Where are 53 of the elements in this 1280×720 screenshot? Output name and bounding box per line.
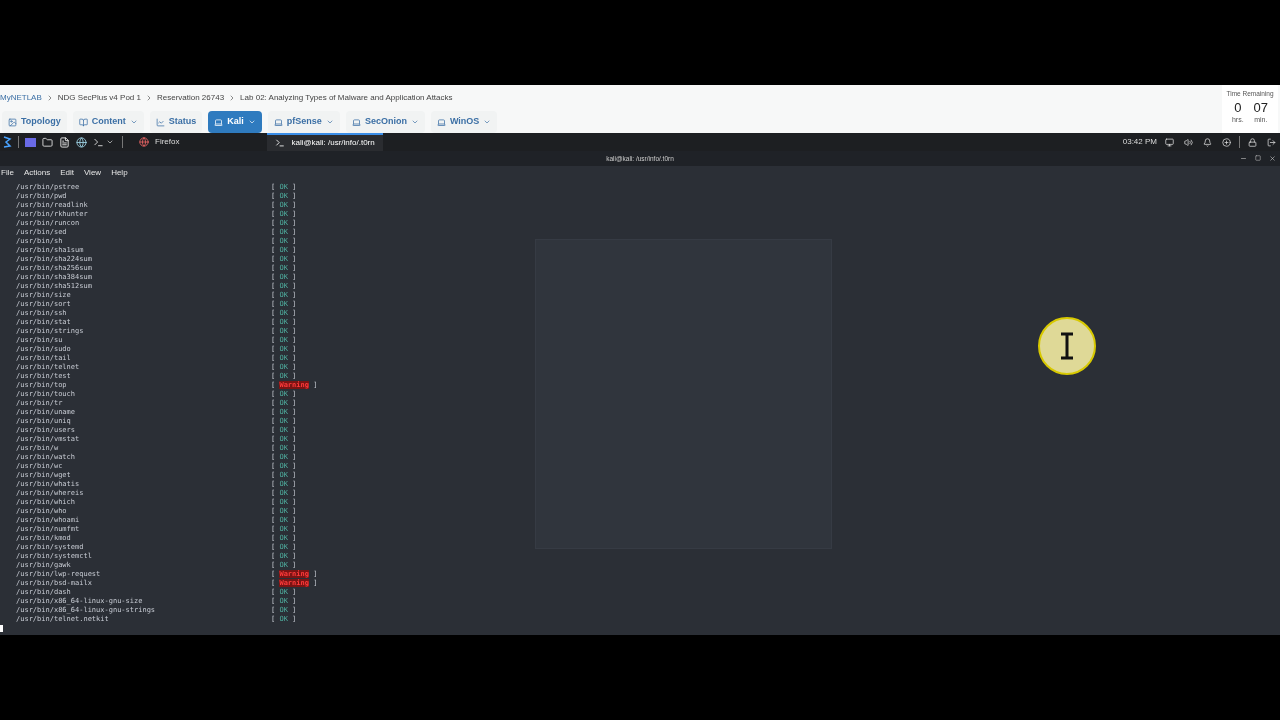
volume-icon[interactable] — [1184, 137, 1193, 147]
caret-icon — [325, 118, 334, 126]
mouse-cursor-highlight-icon — [1037, 316, 1097, 376]
menu-item[interactable]: Actions — [23, 167, 51, 179]
minimize-icon[interactable] — [1240, 155, 1247, 162]
menu-item[interactable]: View — [83, 167, 102, 179]
document-icon[interactable] — [59, 136, 70, 148]
caret-icon — [129, 118, 138, 126]
book-icon — [78, 117, 88, 127]
nav-tab[interactable]: Status — [149, 111, 203, 133]
terminal-icon — [275, 138, 286, 148]
laptop-icon — [436, 117, 446, 127]
menu-item[interactable]: File — [1, 167, 14, 179]
logout-icon[interactable] — [1267, 137, 1276, 147]
timer-hours: 0 — [1234, 100, 1242, 114]
globe-icon[interactable] — [76, 136, 87, 148]
breadcrumb-link[interactable]: MyNETLAB — [0, 92, 42, 104]
clock: 03:42 PM — [1122, 136, 1157, 148]
dragon-logo-icon[interactable] — [2, 136, 12, 148]
caret-icon[interactable] — [106, 138, 114, 146]
nav-tab[interactable]: WinOS — [430, 111, 498, 133]
taskbar-app-button[interactable]: kali@kali: /usr/info/.t0rn — [267, 133, 383, 151]
breadcrumb-link[interactable]: NDG SecPlus v4 Pod 1 — [57, 92, 141, 104]
browser-icon — [139, 137, 149, 147]
menu-item[interactable]: Edit — [60, 167, 74, 179]
laptop-icon — [214, 117, 224, 127]
terminal-icon[interactable] — [93, 136, 104, 148]
laptop-icon — [351, 117, 361, 127]
close-icon[interactable] — [1269, 155, 1276, 162]
folder-icon[interactable] — [42, 136, 53, 148]
picture-icon — [8, 117, 17, 127]
taskbar-app-button[interactable]: Firefox — [131, 133, 188, 151]
breadcrumb-link[interactable]: Lab 02: Analyzing Types of Malware and Application Attacks — [240, 92, 453, 104]
menu-item[interactable]: Help — [111, 167, 128, 179]
laptop-icon — [273, 117, 283, 127]
line-chart-icon — [155, 117, 165, 127]
maximize-icon[interactable] — [1255, 155, 1261, 161]
breadcrumb-link[interactable]: Reservation 26743 — [156, 92, 225, 104]
caret-icon — [410, 118, 419, 126]
display-icon[interactable] — [1165, 137, 1174, 147]
workspace-icon[interactable] — [25, 137, 36, 147]
text-cursor — [0, 625, 3, 632]
nav-tab[interactable]: Content — [72, 111, 144, 133]
plus-circle-icon[interactable] — [1222, 137, 1231, 147]
nav-tab[interactable]: pfSense — [267, 111, 340, 133]
nav-tab[interactable]: Kali — [208, 111, 262, 133]
nav-tab[interactable]: Topology — [2, 111, 67, 133]
nav-tab[interactable]: SecOnion — [345, 111, 425, 133]
caret-icon — [247, 118, 256, 126]
caret-icon — [483, 118, 492, 126]
lock-icon[interactable] — [1248, 137, 1257, 147]
timer-minutes: 07 — [1253, 100, 1269, 114]
bell-icon[interactable] — [1203, 137, 1212, 147]
